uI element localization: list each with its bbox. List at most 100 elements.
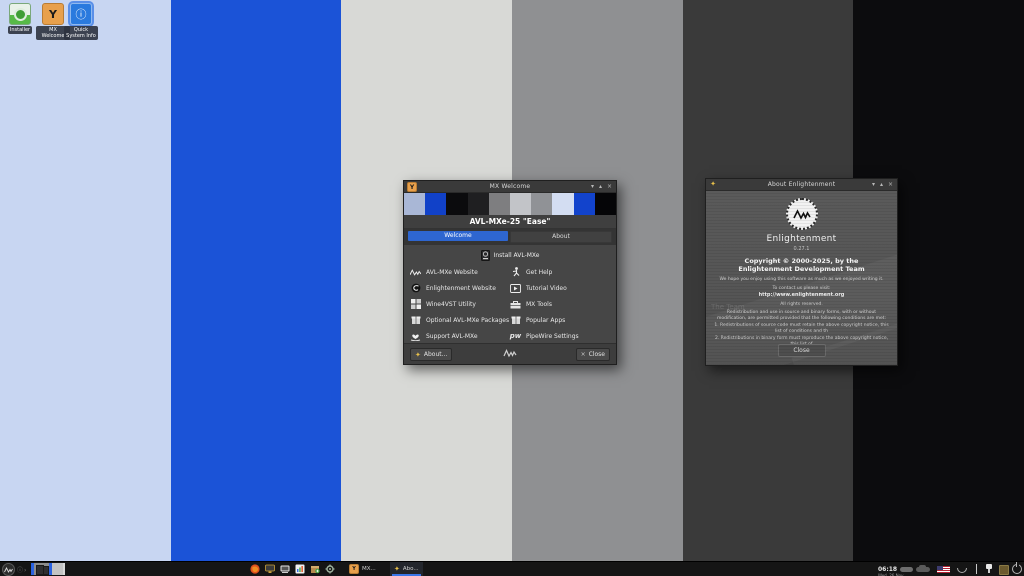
pipewire-icon: pw (510, 331, 521, 342)
about-button-label: About... (424, 351, 447, 358)
link-label: Tutorial Video (526, 285, 567, 292)
clock[interactable]: 06:18 PM Wed, 26 Nov (878, 563, 920, 576)
task-button-mx-welcome[interactable]: Y MX... (345, 562, 380, 576)
main-menu-button[interactable] (2, 563, 15, 576)
link-tutorial-video[interactable]: Tutorial Video (510, 280, 610, 296)
shelf-gadget-icon[interactable]: ⓘ› (17, 565, 27, 574)
link-support-avl-mxe[interactable]: Support AVL-MXe (410, 328, 510, 344)
launcher-settings-icon[interactable] (325, 564, 335, 574)
mx-welcome-titlebar[interactable]: Y MX Welcome ▾ ▴ × (404, 181, 616, 193)
launcher-chart-app-icon[interactable] (295, 564, 305, 574)
website-link[interactable]: http://www.enlightenment.org (759, 292, 845, 298)
desktop-pager[interactable] (31, 563, 65, 575)
window-grid-icon (410, 299, 421, 310)
pager-desktop-2[interactable] (52, 563, 63, 575)
link-label: AVL-MXe Website (426, 269, 478, 276)
star-icon: ✦ (394, 565, 400, 573)
enlightenment-logo (786, 198, 818, 230)
desktop: Installer Y MX Welcome ⓘ Quick System In… (0, 0, 1024, 576)
weather-cloud-icon[interactable] (900, 567, 913, 572)
pager-edge (63, 563, 65, 575)
shade-button[interactable]: ▾ (872, 179, 875, 190)
wallpaper-stripe (171, 0, 341, 562)
tab-welcome[interactable]: Welcome (408, 231, 508, 241)
heart-hand-icon (410, 331, 421, 342)
clock-time: 06:18 (878, 566, 897, 573)
task-button-about-enlightenment[interactable]: ✦ Abo... (390, 562, 423, 576)
link-get-help[interactable]: Get Help (510, 264, 610, 280)
desktop-icon-installer[interactable]: Installer (3, 3, 37, 34)
help-person-icon (510, 267, 521, 278)
taskbar: ⓘ› Y MX... (0, 561, 1024, 576)
link-label: Popular Apps (526, 317, 565, 324)
systray-separator (976, 564, 977, 574)
installer-icon (9, 3, 31, 25)
banner-image (404, 193, 616, 215)
desktop-icon-quick-system-info[interactable]: ⓘ Quick System Info (64, 3, 98, 40)
launcher-package-installer-icon[interactable] (310, 564, 320, 574)
video-icon (510, 283, 521, 294)
cpu-monitor-cloud-icon (919, 565, 926, 569)
iconify-button[interactable]: ▴ (880, 179, 883, 190)
close-x-icon: × (581, 351, 586, 358)
rights-text: All rights reserved. (780, 302, 823, 307)
updates-package-icon[interactable] (999, 565, 1009, 575)
links-column-right: Get Help Tutorial Video MX Tools (510, 264, 610, 344)
iconify-button[interactable]: ▴ (599, 181, 602, 192)
night-mode-icon[interactable] (957, 568, 967, 573)
window-title: MX Welcome (404, 183, 616, 190)
install-drive-icon (481, 250, 490, 261)
about-titlebar[interactable]: ✦ About Enlightenment ▾ ▴ × (706, 179, 897, 191)
link-label: Wine4VST Utility (426, 301, 476, 308)
avl-waveform-logo (503, 349, 517, 358)
shade-button[interactable]: ▾ (591, 181, 594, 192)
link-optional-packages[interactable]: Optional AVL-MXe Packages (410, 312, 510, 328)
link-label: Support AVL-MXe (426, 333, 478, 340)
install-button[interactable]: Install AVL-MXe (404, 250, 616, 261)
desktop-icon-label: Installer (8, 26, 32, 34)
release-heading: AVL-MXe-25 "Ease" (404, 215, 616, 229)
mx-welcome-task-icon: Y (349, 564, 359, 574)
enjoy-text: We hope you enjoy using this software as… (714, 277, 890, 282)
link-enlightenment-website[interactable]: Enlightenment Website (410, 280, 510, 296)
info-icon: ⓘ (70, 3, 92, 25)
close-button[interactable]: × (607, 181, 612, 192)
app-name: Enlightenment (766, 234, 836, 244)
pager-desktop-1[interactable] (34, 563, 49, 575)
star-icon: ✦ (415, 351, 421, 359)
mx-welcome-icon: Y (42, 3, 64, 25)
pager-mini-window (43, 566, 49, 575)
close-button-label: Close (589, 351, 605, 358)
tab-about[interactable]: About (510, 231, 612, 243)
about-button[interactable]: ✦ About... (410, 348, 452, 361)
copyright-text: Copyright © 2000-2025, by the Enlightenm… (722, 257, 882, 273)
link-wine4vst-utility[interactable]: Wine4VST Utility (410, 296, 510, 312)
license-text: Redistribution and use in source and bin… (714, 310, 890, 321)
launcher-firefox-icon[interactable] (250, 564, 260, 574)
link-label: MX Tools (526, 301, 552, 308)
usb-device-icon[interactable] (986, 564, 992, 574)
waveform-icon (410, 267, 421, 278)
link-avl-mxe-website[interactable]: AVL-MXe Website (410, 264, 510, 280)
about-enlightenment-window: ✦ About Enlightenment ▾ ▴ × The Team Enl… (705, 178, 898, 366)
close-button[interactable]: × (888, 179, 893, 190)
window-title: About Enlightenment (706, 181, 897, 188)
launcher-terminal-icon[interactable] (280, 564, 290, 574)
link-mx-tools[interactable]: MX Tools (510, 296, 610, 312)
gift-box-icon (510, 315, 521, 326)
launcher-display-settings-icon[interactable] (265, 564, 275, 574)
close-button[interactable]: × Close (576, 348, 610, 361)
toolbox-icon (510, 299, 521, 310)
keyboard-layout-us-flag[interactable] (937, 566, 950, 573)
link-popular-apps[interactable]: Popular Apps (510, 312, 610, 328)
power-icon[interactable] (1012, 564, 1022, 574)
contact-text: To contact us please visit: (772, 286, 830, 291)
link-pipewire-settings[interactable]: pw PipeWire Settings (510, 328, 610, 344)
mx-welcome-window: Y MX Welcome ▾ ▴ × AVL-MXe-25 "Ease" Wel… (403, 180, 617, 365)
tab-bar: Welcome About (404, 229, 616, 245)
mx-bottom-bar: ✦ About... × Close (404, 343, 616, 364)
desktop-icon-label: Quick System Info (64, 26, 98, 40)
license-item-1: 1. Redistributions of source code must r… (713, 323, 891, 334)
link-label: PipeWire Settings (526, 333, 579, 340)
close-button[interactable]: Close (778, 344, 826, 357)
